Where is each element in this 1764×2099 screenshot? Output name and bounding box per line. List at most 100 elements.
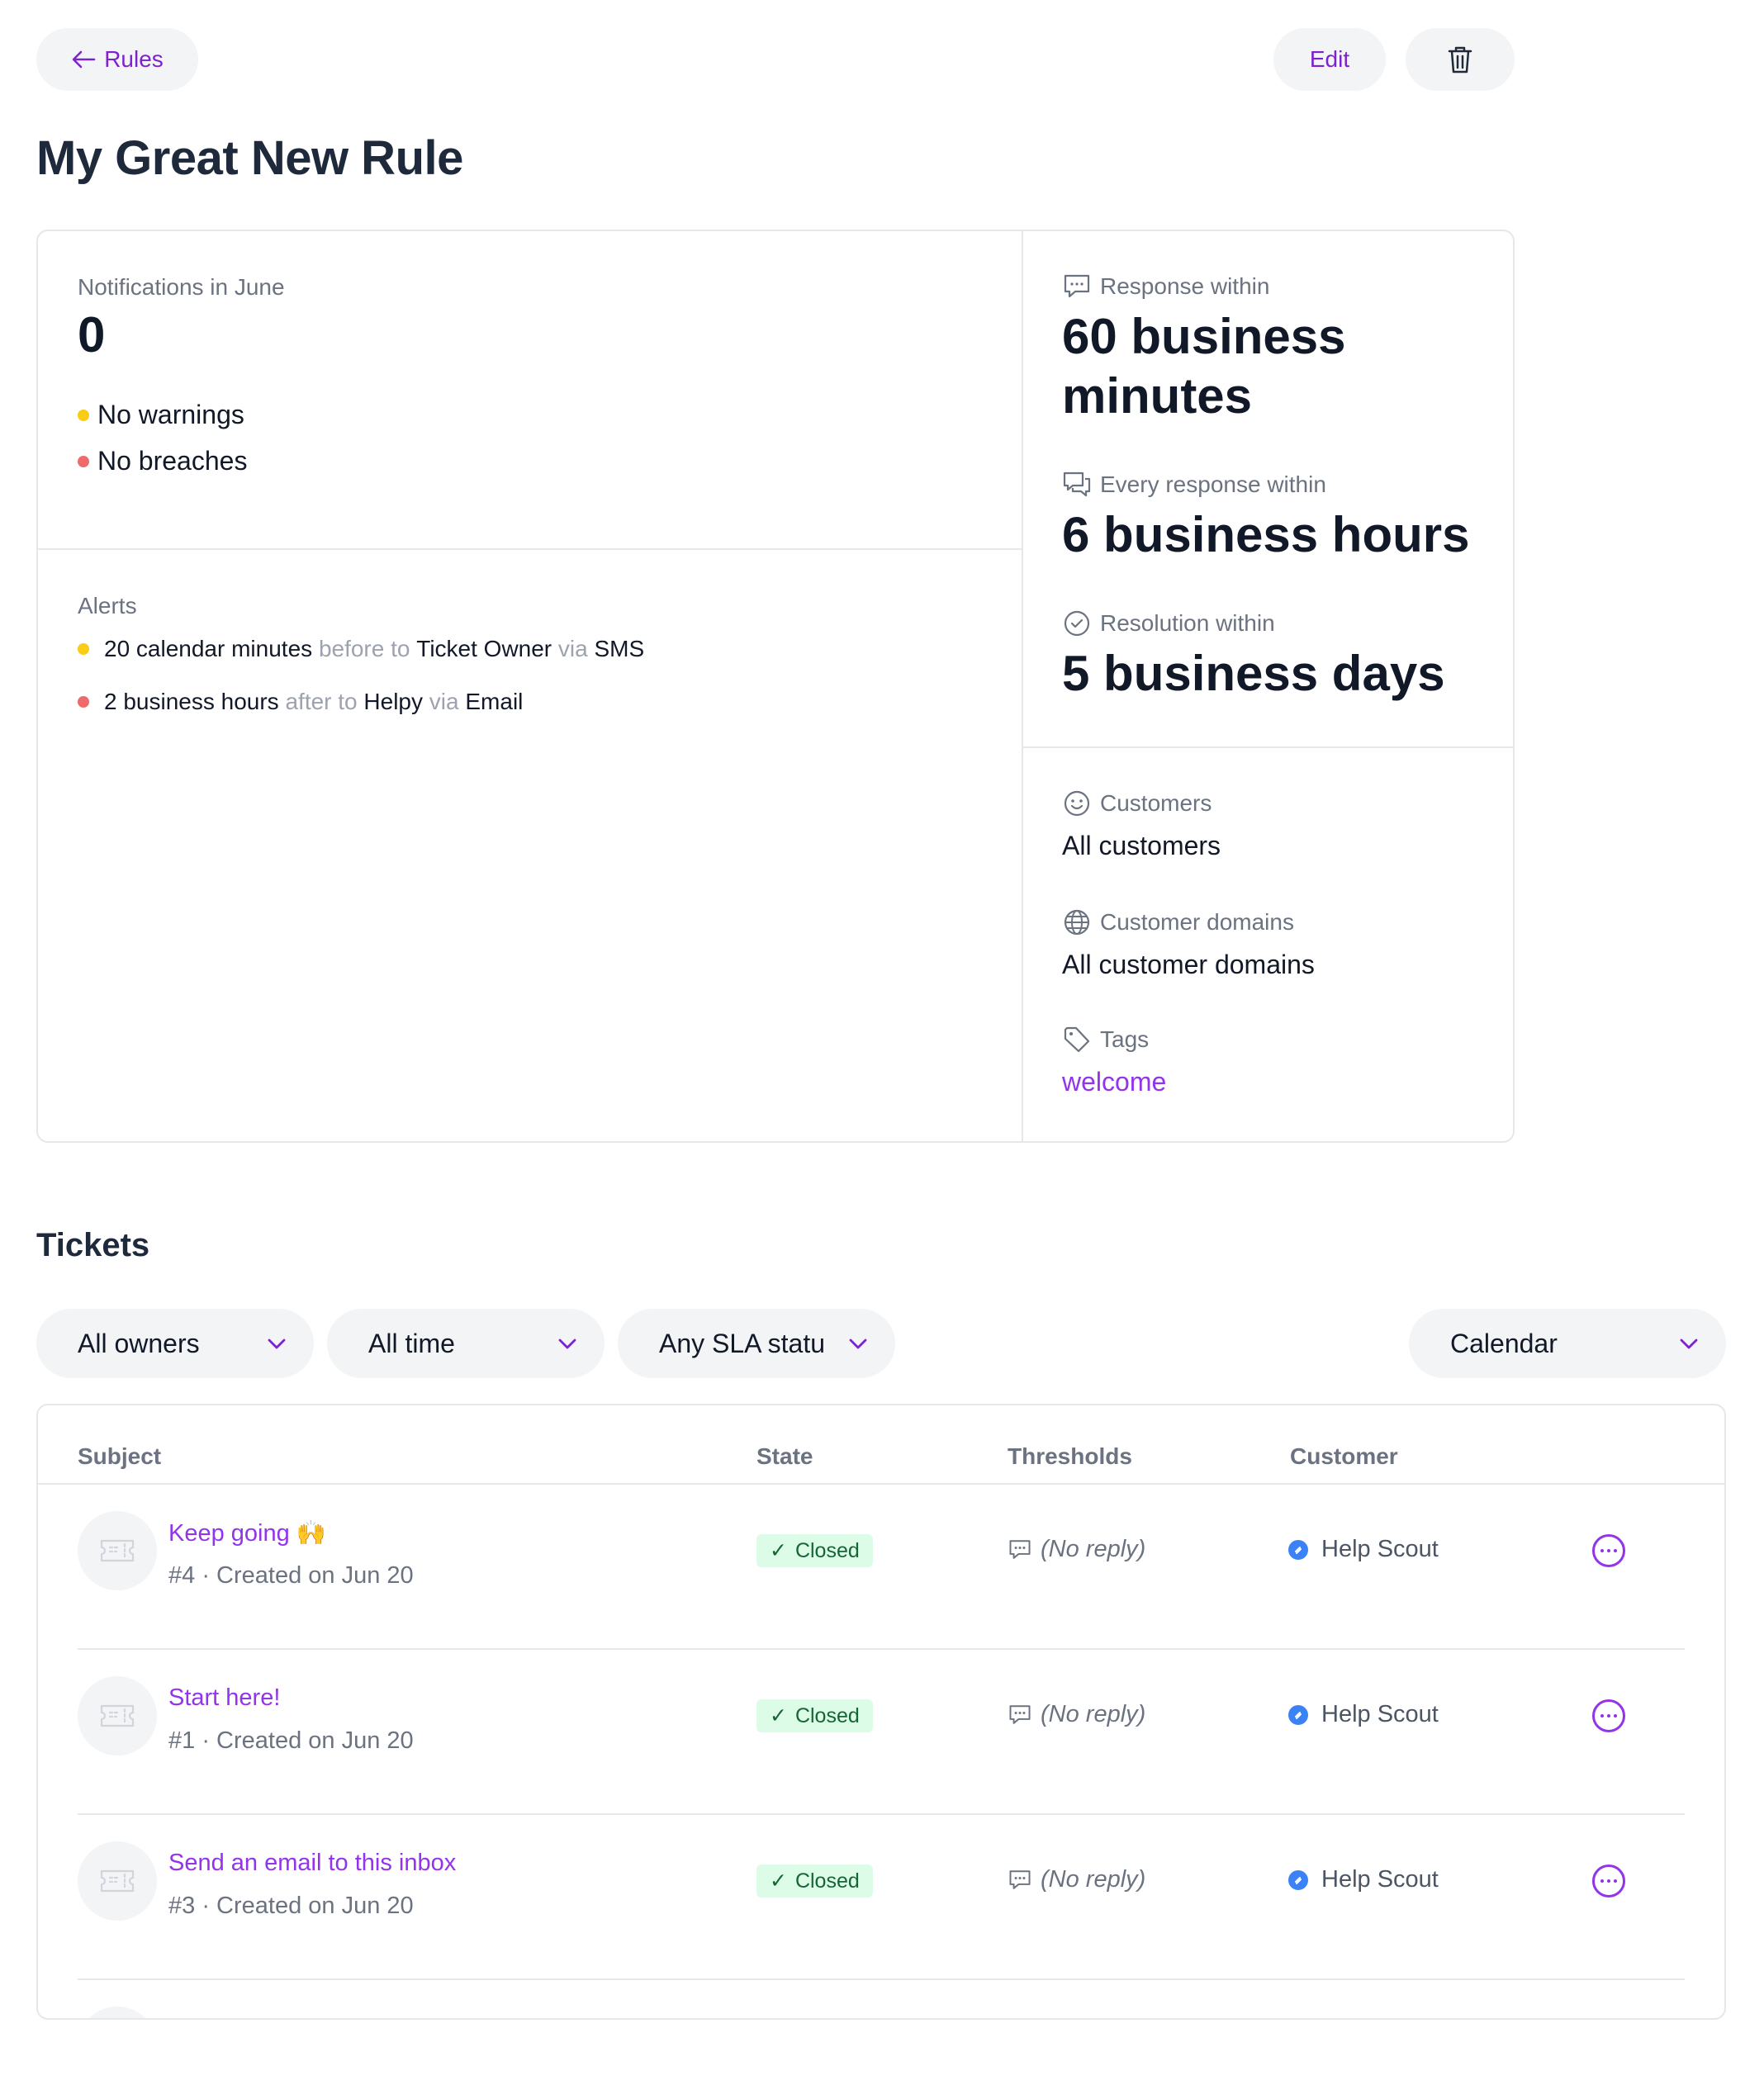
ticket-customer: Help Scout: [1288, 1701, 1439, 1728]
speech-bubble-icon: [1009, 1704, 1031, 1724]
response-within-label: Response within: [1062, 272, 1269, 301]
status-badge: ✓ Closed: [756, 1534, 873, 1567]
check-circle-icon: [1064, 610, 1090, 637]
thresholds-text: (No reply): [1041, 1536, 1146, 1562]
check-icon: ✓: [770, 1539, 787, 1562]
alert-relation: after to: [285, 689, 358, 714]
customers-value: All customers: [1062, 831, 1221, 860]
help-scout-icon: [1288, 1704, 1308, 1725]
status-badge: ✓ Closed: [756, 1864, 873, 1898]
column-header-subject: Subject: [78, 1443, 162, 1469]
table-row[interactable]: Keep going 🙌 #4 · Created on Jun 20 ✓ Cl…: [38, 1485, 1724, 1650]
response-within-value: 60 business minutes: [1062, 309, 1346, 424]
status-badge-label: Closed: [794, 1703, 860, 1727]
rule-detail-page: Rules Edit My Great New Rule Notificatio…: [0, 0, 1764, 2099]
double-speech-bubble-icon: [1063, 471, 1091, 497]
every-response-within-label: Every response within: [1062, 471, 1326, 499]
alert-channel: Email: [465, 689, 524, 714]
customer-name: Help Scout: [1321, 1701, 1439, 1727]
alert-target: Helpy: [363, 689, 424, 714]
more-options-button[interactable]: [1592, 1534, 1625, 1567]
breach-dot: [78, 696, 89, 708]
alert-target: Ticket Owner: [416, 636, 552, 661]
rule-summary-card: Notifications in June 0 No warnings No b…: [36, 230, 1515, 1143]
check-icon: ✓: [770, 1704, 787, 1727]
resolution-within-label: Resolution within: [1062, 609, 1275, 637]
arrow-left-icon: [72, 50, 96, 69]
ticket-subject-link[interactable]: Keep going 🙌: [168, 1519, 326, 1547]
alert-channel: SMS: [594, 636, 645, 661]
tags-label: Tags: [1062, 1026, 1149, 1054]
ticket-subject-link[interactable]: See things in action: [168, 2015, 377, 2018]
column-header-thresholds: Thresholds: [1008, 1443, 1132, 1469]
delete-button[interactable]: [1406, 28, 1515, 91]
card-divider: [38, 548, 1022, 550]
card-divider: [1022, 231, 1023, 1141]
help-scout-icon: [1288, 1539, 1308, 1560]
card-divider: [1023, 746, 1513, 748]
ticket-icon: [100, 1539, 135, 1562]
warnings-status: No warnings: [78, 400, 244, 430]
help-scout-icon: [1288, 1869, 1308, 1890]
calendar-filter-dropdown[interactable]: Calendar: [1409, 1309, 1726, 1378]
ticket-icon: [100, 1704, 135, 1727]
back-to-rules-button[interactable]: Rules: [36, 28, 198, 91]
speech-bubble-icon: [1009, 1539, 1031, 1559]
customer-domains-value: All customer domains: [1062, 950, 1315, 979]
chevron-down-icon: [558, 1339, 576, 1349]
warning-dot: [78, 643, 89, 655]
breach-dot: [78, 455, 89, 467]
ticket-thresholds: (No reply): [1008, 1536, 1145, 1563]
ticket-avatar: [78, 1511, 157, 1590]
ticket-meta: #1 · Created on Jun 20: [168, 1727, 414, 1754]
ticket-thresholds: (No reply): [1008, 1866, 1145, 1893]
thresholds-text: (No reply): [1041, 1701, 1146, 1727]
status-badge: ✓ Closed: [756, 1699, 873, 1732]
alert-amount: 2 business hours: [104, 689, 279, 714]
ticket-subject-link[interactable]: Start here!: [168, 1684, 280, 1712]
owner-filter-dropdown[interactable]: All owners: [36, 1309, 314, 1378]
tag-icon: [1064, 1026, 1090, 1053]
alert-item: 20 calendar minutes before to Ticket Own…: [78, 636, 644, 662]
tag-link[interactable]: welcome: [1062, 1067, 1166, 1097]
column-header-customer: Customer: [1290, 1443, 1398, 1469]
ticket-icon: [100, 1869, 135, 1893]
ticket-avatar: [78, 1676, 157, 1755]
thresholds-text: (No reply): [1041, 1866, 1146, 1893]
alerts-label: Alerts: [78, 593, 137, 618]
smiley-icon: [1064, 790, 1090, 817]
table-row[interactable]: See things in action #2 · Created on Jun…: [38, 1980, 1724, 2018]
customer-name: Help Scout: [1321, 1536, 1439, 1562]
sla-status-filter-dropdown[interactable]: Any SLA statu: [618, 1309, 895, 1378]
breaches-text: No breaches: [97, 446, 248, 476]
check-icon: ✓: [770, 1869, 787, 1893]
speech-bubble-icon: [1064, 274, 1090, 298]
status-badge-label: Closed: [794, 1869, 860, 1893]
time-filter-dropdown[interactable]: All time: [327, 1309, 605, 1378]
notifications-count: 0: [78, 307, 106, 362]
back-button-label: Rules: [104, 46, 164, 72]
ticket-meta: #3 · Created on Jun 20: [168, 1893, 414, 1919]
resolution-within-value: 5 business days: [1062, 646, 1445, 701]
customer-name: Help Scout: [1321, 1866, 1439, 1893]
tickets-section-title: Tickets: [36, 1227, 150, 1263]
warning-dot: [78, 409, 89, 421]
ticket-subject-link[interactable]: Send an email to this inbox: [168, 1850, 456, 1877]
status-badge-label: Closed: [794, 1538, 860, 1562]
table-row[interactable]: Start here! #1 · Created on Jun 20 ✓ Clo…: [38, 1650, 1724, 1815]
chevron-down-icon: [849, 1339, 867, 1349]
chevron-down-icon: [268, 1339, 286, 1349]
alert-item: 2 business hours after to Helpy via Emai…: [78, 689, 523, 715]
customer-domains-label: Customer domains: [1062, 908, 1294, 936]
edit-button[interactable]: Edit: [1273, 28, 1386, 91]
ticket-customer: Help Scout: [1288, 1536, 1439, 1563]
more-options-button[interactable]: [1592, 1699, 1625, 1732]
ticket-customer: Help Scout: [1288, 1866, 1439, 1893]
table-row[interactable]: Send an email to this inbox #3 · Created…: [38, 1815, 1724, 1980]
alert-via: via: [429, 689, 459, 714]
edit-button-label: Edit: [1309, 46, 1350, 72]
more-options-button[interactable]: [1592, 1864, 1625, 1898]
alert-via: via: [557, 636, 588, 661]
customers-label: Customers: [1062, 789, 1212, 817]
ticket-avatar: [78, 1841, 157, 1921]
